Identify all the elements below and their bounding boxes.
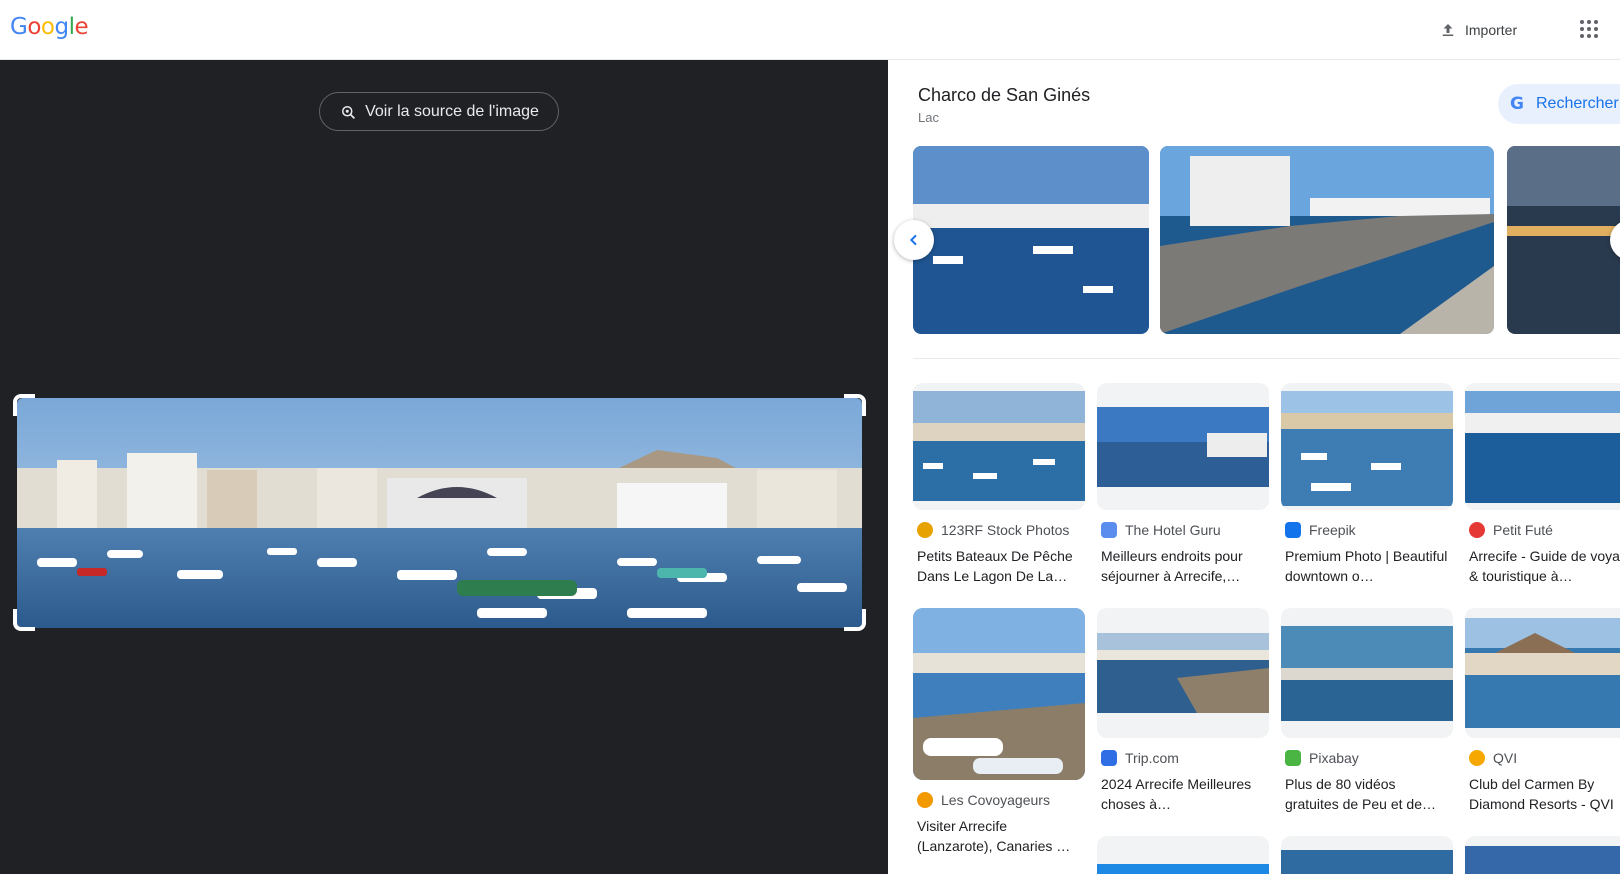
crop-handle-bottom-right[interactable]	[844, 609, 866, 631]
result-source: 123RF Stock Photos	[941, 522, 1070, 538]
view-source-label: Voir la source de l'image	[365, 102, 539, 120]
chevron-left-icon	[909, 234, 917, 246]
result-card[interactable]: Freepik Premium Photo | Beautiful downto…	[1281, 383, 1453, 586]
result-title[interactable]: Meilleurs endroits pour séjourner à Arre…	[1097, 546, 1269, 586]
result-thumbnail-partial[interactable]	[1465, 836, 1620, 874]
crop-handle-top-left[interactable]	[13, 394, 35, 416]
result-source: The Hotel Guru	[1125, 522, 1221, 538]
result-title[interactable]: Petits Bateaux De Pêche Dans Le Lagon De…	[913, 546, 1085, 586]
result-thumbnail[interactable]	[913, 608, 1085, 780]
source-favicon	[917, 522, 933, 538]
upload-label: Importer	[1465, 22, 1518, 38]
result-title[interactable]: Club del Carmen By Diamond Resorts - QVI	[1465, 774, 1620, 814]
google-g-icon: G	[1510, 94, 1524, 114]
carousel-image[interactable]	[1160, 146, 1494, 334]
carousel-prev-button[interactable]	[894, 220, 934, 260]
results-panel: Charco de San Ginés Lac G Rechercher 123…	[888, 60, 1620, 874]
source-favicon	[1101, 750, 1117, 766]
search-entity-button[interactable]: G Rechercher	[1498, 84, 1620, 124]
result-thumbnail[interactable]	[1281, 383, 1453, 510]
result-card[interactable]: Petit Futé Arrecife - Guide de voyage & …	[1465, 383, 1620, 586]
result-source: Freepik	[1309, 522, 1356, 538]
source-favicon	[1469, 522, 1485, 538]
apps-grid-icon[interactable]	[1578, 18, 1600, 40]
entity-title[interactable]: Charco de San Ginés	[918, 85, 1090, 106]
entity-image-carousel	[913, 146, 1620, 334]
source-favicon	[1285, 750, 1301, 766]
result-thumbnail[interactable]	[1097, 608, 1269, 738]
result-card[interactable]: QVI Club del Carmen By Diamond Resorts -…	[1465, 608, 1620, 814]
upload-icon	[1442, 24, 1454, 36]
top-bar: Google Importer	[0, 0, 1620, 60]
result-title[interactable]: Premium Photo | Beautiful downtown o…	[1281, 546, 1453, 586]
image-viewer: Voir la source de l'image	[0, 60, 888, 874]
result-thumbnail[interactable]	[913, 383, 1085, 510]
upload-button[interactable]: Importer	[1439, 16, 1517, 44]
result-card[interactable]: The Hotel Guru Meilleurs endroits pour s…	[1097, 383, 1269, 586]
result-card[interactable]: Pixabay Plus de 80 vidéos gratuites de P…	[1281, 608, 1453, 814]
result-thumbnail[interactable]	[1097, 383, 1269, 510]
result-thumbnail[interactable]	[1281, 608, 1453, 738]
result-card[interactable]: 123RF Stock Photos Petits Bateaux De Pêc…	[913, 383, 1085, 586]
result-title[interactable]: Plus de 80 vidéos gratuites de Peu et de…	[1281, 774, 1453, 814]
carousel-image[interactable]	[913, 146, 1149, 334]
crop-handle-top-right[interactable]	[844, 394, 866, 416]
result-card[interactable]: Trip.com 2024 Arrecife Meilleures choses…	[1097, 608, 1269, 814]
carousel-image[interactable]	[1507, 146, 1620, 334]
result-source: Les Covoyageurs	[941, 792, 1050, 808]
result-source: Pixabay	[1309, 750, 1359, 766]
result-thumbnail[interactable]	[1465, 608, 1620, 738]
crop-handle-bottom-left[interactable]	[13, 609, 35, 631]
result-source: Trip.com	[1125, 750, 1179, 766]
result-source: Petit Futé	[1493, 522, 1553, 538]
source-favicon	[1101, 522, 1117, 538]
search-entity-label: Rechercher	[1536, 95, 1619, 112]
result-card[interactable]: Les Covoyageurs Visiter Arrecife (Lanzar…	[913, 608, 1085, 856]
result-title[interactable]: Arrecife - Guide de voyage & touristique…	[1465, 546, 1620, 586]
result-thumbnail-partial[interactable]	[1281, 836, 1453, 874]
result-thumbnail-partial[interactable]	[1097, 836, 1269, 874]
selected-image[interactable]	[17, 398, 862, 628]
source-favicon	[917, 792, 933, 808]
result-thumbnail[interactable]	[1465, 383, 1620, 510]
source-favicon	[1285, 522, 1301, 538]
result-title[interactable]: Visiter Arrecife (Lanzarote), Canaries …	[913, 816, 1085, 856]
section-divider	[913, 358, 1620, 359]
result-source: QVI	[1493, 750, 1518, 766]
lens-search-icon	[342, 105, 356, 119]
source-favicon	[1469, 750, 1485, 766]
result-title[interactable]: 2024 Arrecife Meilleures choses à…	[1097, 774, 1269, 814]
google-logo[interactable]: Google	[10, 14, 89, 40]
entity-subtitle: Lac	[918, 110, 939, 125]
view-source-button[interactable]: Voir la source de l'image	[319, 92, 559, 131]
